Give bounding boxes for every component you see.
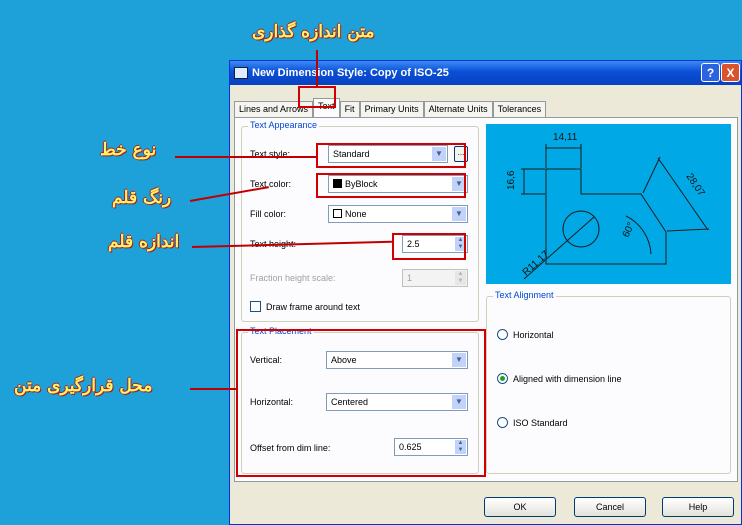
help-button[interactable]: Help	[662, 497, 734, 517]
ok-button[interactable]: OK	[484, 497, 556, 517]
radio-iso-standard[interactable]	[497, 417, 508, 428]
tab-tolerances[interactable]: Tolerances	[492, 101, 547, 117]
fraction-height-label: Fraction height scale:	[250, 273, 336, 283]
fill-color-select[interactable]: None ▼	[328, 205, 468, 223]
radio-horizontal[interactable]	[497, 329, 508, 340]
preview-dim-angle: 60°	[621, 221, 637, 239]
highlight-text-color	[316, 173, 466, 198]
preview-dim-left: 16,6	[506, 170, 517, 190]
draw-frame-checkbox[interactable]	[250, 301, 261, 312]
highlight-text-tab	[298, 86, 336, 108]
connector-text-placement	[190, 388, 236, 390]
spinner-arrows-icon[interactable]: ▲ ▼	[455, 271, 466, 285]
close-button[interactable]: X	[721, 63, 740, 82]
app-icon	[234, 67, 248, 79]
text-appearance-title: Text Appearance	[248, 120, 320, 130]
connector-font-type	[175, 156, 316, 158]
radio-aligned[interactable]	[497, 373, 508, 384]
fill-color-value: None	[345, 209, 367, 219]
fraction-height-spinner[interactable]: 1 ▲ ▼	[402, 269, 468, 287]
title-bar[interactable]: New Dimension Style: Copy of ISO-25 ? X	[230, 61, 741, 85]
draw-frame-label: Draw frame around text	[266, 302, 361, 312]
radio-horizontal-label: Horizontal	[513, 330, 554, 340]
tab-fit[interactable]: Fit	[339, 101, 360, 117]
fill-color-label: Fill color:	[250, 209, 287, 219]
tab-strip: Lines and Arrows Text Fit Primary Units …	[234, 98, 547, 117]
preview-dim-top: 14,11	[553, 132, 578, 143]
connector-title	[316, 50, 318, 86]
radio-iso-standard-label: ISO Standard	[513, 418, 568, 428]
preview-drawing: 14,11 16,6 28,07 60° R11,17	[506, 132, 710, 280]
highlight-text-height	[392, 233, 466, 260]
dimension-preview: 14,11 16,6 28,07 60° R11,17	[486, 124, 731, 284]
chevron-down-icon: ▼	[452, 207, 466, 221]
tab-primary-units[interactable]: Primary Units	[359, 101, 424, 117]
annotation-title: متن اندازه گذاری	[252, 22, 375, 42]
text-alignment-group: Text Alignment Horizontal Aligned with d…	[486, 290, 731, 474]
window-title: New Dimension Style: Copy of ISO-25	[252, 67, 449, 79]
annotation-pen-size: اندازه قلم	[108, 232, 180, 252]
tab-alternate-units[interactable]: Alternate Units	[423, 101, 493, 117]
highlight-text-placement	[236, 329, 486, 477]
text-alignment-title: Text Alignment	[493, 290, 556, 300]
color-swatch	[333, 209, 342, 218]
radio-aligned-label: Aligned with dimension line	[513, 374, 622, 384]
help-title-button[interactable]: ?	[701, 63, 720, 82]
annotation-pen-color: رنگ قلم	[112, 188, 172, 208]
annotation-font-type: نوع خط	[100, 140, 157, 160]
preview-dim-right: 28,07	[684, 172, 707, 199]
preview-dim-radius: R11,17	[521, 249, 552, 279]
highlight-text-style	[316, 143, 466, 168]
cancel-button[interactable]: Cancel	[574, 497, 646, 517]
annotation-text-placement: محل قرارگیری متن	[14, 376, 153, 396]
fraction-height-value: 1	[407, 273, 413, 283]
